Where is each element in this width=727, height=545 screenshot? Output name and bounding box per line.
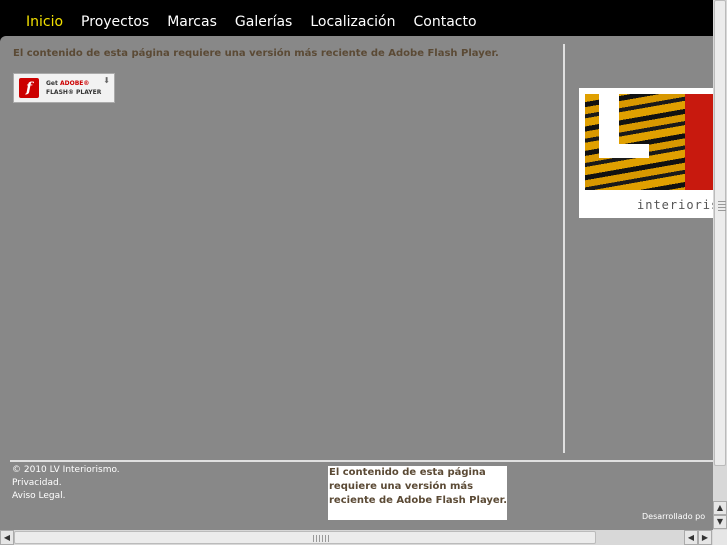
flash-required-message: El contenido de esta página requiere una…	[13, 48, 499, 59]
main-nav: Inicio Proyectos Marcas Galerías Localiz…	[26, 14, 495, 30]
lv-logo: interioris	[579, 88, 713, 218]
top-nav-bar: Inicio Proyectos Marcas Galerías Localiz…	[0, 0, 727, 36]
flash-player-text: FLASH® PLAYER	[46, 89, 102, 96]
nav-item-inicio[interactable]: Inicio	[26, 14, 63, 30]
logo-l-horizontal	[599, 144, 649, 158]
flash-adobe-text: ADOBE®	[59, 80, 90, 87]
nav-item-contacto[interactable]: Contacto	[413, 14, 476, 30]
horizontal-grip-icon	[313, 535, 329, 542]
horizontal-scrollbar[interactable]: ◀ ◀ ▶	[0, 530, 727, 545]
scroll-right-button[interactable]: ▶	[698, 530, 712, 545]
nav-item-galerias[interactable]: Galerías	[235, 14, 292, 30]
vertical-divider	[563, 44, 565, 453]
flash-get-text: Get	[46, 80, 58, 87]
privacy-link[interactable]: Privacidad.	[12, 477, 120, 490]
scroll-up-button[interactable]: ▲	[713, 501, 727, 515]
footer-flash-box: El contenido de esta página requiere una…	[328, 466, 507, 520]
logo-text: interioris	[637, 198, 713, 212]
horizontal-divider	[10, 460, 713, 462]
scroll-down-button[interactable]: ▼	[713, 515, 727, 529]
vertical-scrollbar[interactable]: ▲ ▼	[713, 0, 727, 530]
nav-item-marcas[interactable]: Marcas	[167, 14, 217, 30]
vertical-grip-icon	[718, 199, 726, 211]
legal-notice-link[interactable]: Aviso Legal.	[12, 490, 120, 503]
scrollbar-corner	[713, 530, 727, 545]
footer-links: © 2010 LV Interiorismo. Privacidad. Avis…	[12, 464, 120, 503]
footer-flash-message: El contenido de esta página requiere una…	[329, 467, 507, 506]
nav-item-localizacion[interactable]: Localización	[310, 14, 395, 30]
content-panel: El contenido de esta página requiere una…	[0, 36, 713, 530]
flash-logo-icon: f	[19, 78, 39, 98]
developer-credit[interactable]: Desarrollado po	[642, 512, 705, 521]
flash-button-label-top: Get ADOBE®	[46, 80, 89, 87]
nav-item-proyectos[interactable]: Proyectos	[81, 14, 149, 30]
horizontal-scroll-thumb[interactable]	[14, 531, 596, 544]
logo-red-block	[685, 94, 713, 190]
scroll-left-button-2[interactable]: ◀	[684, 530, 698, 545]
scroll-left-button[interactable]: ◀	[0, 530, 14, 545]
get-flash-player-button[interactable]: f Get ADOBE® FLASH® PLAYER ⬇	[13, 73, 115, 103]
copyright-text: © 2010 LV Interiorismo.	[12, 465, 120, 475]
vertical-scroll-thumb[interactable]	[714, 0, 726, 466]
download-arrow-icon: ⬇	[103, 76, 110, 85]
